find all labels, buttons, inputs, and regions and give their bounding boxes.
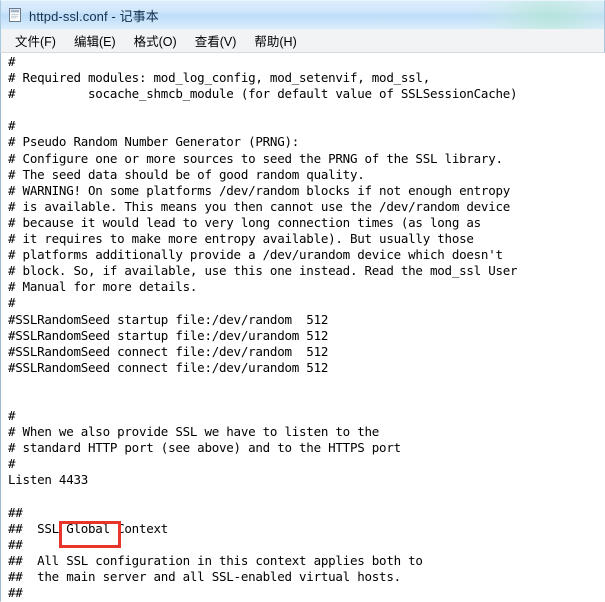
text-line: # it requires to make more entropy avail… bbox=[8, 231, 474, 247]
text-line: # block. So, if available, use this one … bbox=[8, 263, 518, 279]
aero-glow-decoration bbox=[474, 1, 604, 29]
title-bar: httpd-ssl.conf - 记事本 bbox=[0, 0, 605, 29]
text-line: # platforms additionally provide a /dev/… bbox=[8, 247, 503, 263]
text-line: # Manual for more details. bbox=[8, 279, 198, 295]
text-line bbox=[8, 102, 604, 118]
text-line: # is available. This means you then cann… bbox=[8, 198, 511, 214]
text-line: #SSLRandomSeed startup file:/dev/random … bbox=[8, 311, 329, 327]
text-line: # standard HTTP port (see above) and to … bbox=[8, 440, 401, 456]
text-line: # Pseudo Random Number Generator (PRNG): bbox=[8, 134, 300, 150]
notepad-window: httpd-ssl.conf - 记事本 文件(F) 编辑(E) 格式(O) 查… bbox=[0, 0, 605, 602]
text-line: #SSLRandomSeed connect file:/dev/random … bbox=[8, 343, 329, 359]
menu-view[interactable]: 查看(V) bbox=[186, 29, 246, 53]
menu-edit[interactable]: 编辑(E) bbox=[65, 29, 125, 53]
notepad-document-icon bbox=[7, 7, 23, 23]
text-line bbox=[8, 392, 604, 408]
menu-help[interactable]: 帮助(H) bbox=[245, 29, 305, 53]
menu-file[interactable]: 文件(F) bbox=[6, 29, 65, 53]
text-line bbox=[8, 489, 604, 505]
text-line: #SSLRandomSeed connect file:/dev/urandom… bbox=[8, 359, 329, 375]
text-line: ## bbox=[8, 536, 23, 552]
text-line: Listen 4433 bbox=[8, 472, 89, 488]
text-line: #SSLRandomSeed startup file:/dev/urandom… bbox=[8, 327, 329, 343]
text-line: # socache_shmcb_module (for default valu… bbox=[8, 86, 518, 102]
text-line: # When we also provide SSL we have to li… bbox=[8, 424, 380, 440]
text-line: # bbox=[8, 295, 16, 311]
text-editor-area[interactable]: # # Required modules: mod_log_config, mod… bbox=[0, 53, 605, 602]
menu-format[interactable]: 格式(O) bbox=[125, 29, 186, 53]
text-line bbox=[8, 376, 604, 392]
text-line: # The seed data should be of good random… bbox=[8, 166, 365, 182]
text-line: ## the main server and all SSL-enabled v… bbox=[8, 569, 401, 584]
text-line: # bbox=[8, 118, 16, 134]
text-line: ## bbox=[8, 585, 23, 601]
text-line: # WARNING! On some platforms /dev/random… bbox=[8, 182, 511, 198]
config-file-text[interactable]: # # Required modules: mod_log_config, mod… bbox=[8, 54, 604, 601]
text-line: ## bbox=[8, 504, 23, 520]
text-line: # Configure one or more sources to seed … bbox=[8, 150, 503, 166]
text-line: # bbox=[8, 456, 16, 472]
text-line: # bbox=[8, 54, 16, 69]
text-line: ## SSL Global Context bbox=[8, 520, 169, 536]
text-line: # bbox=[8, 408, 16, 424]
menu-bar: 文件(F) 编辑(E) 格式(O) 查看(V) 帮助(H) bbox=[0, 29, 605, 53]
text-line: # Required modules: mod_log_config, mod_… bbox=[8, 70, 430, 86]
text-line: # because it would lead to very long con… bbox=[8, 214, 481, 230]
text-line: ## All SSL configuration in this context… bbox=[8, 552, 423, 568]
window-title: httpd-ssl.conf - 记事本 bbox=[29, 8, 159, 24]
